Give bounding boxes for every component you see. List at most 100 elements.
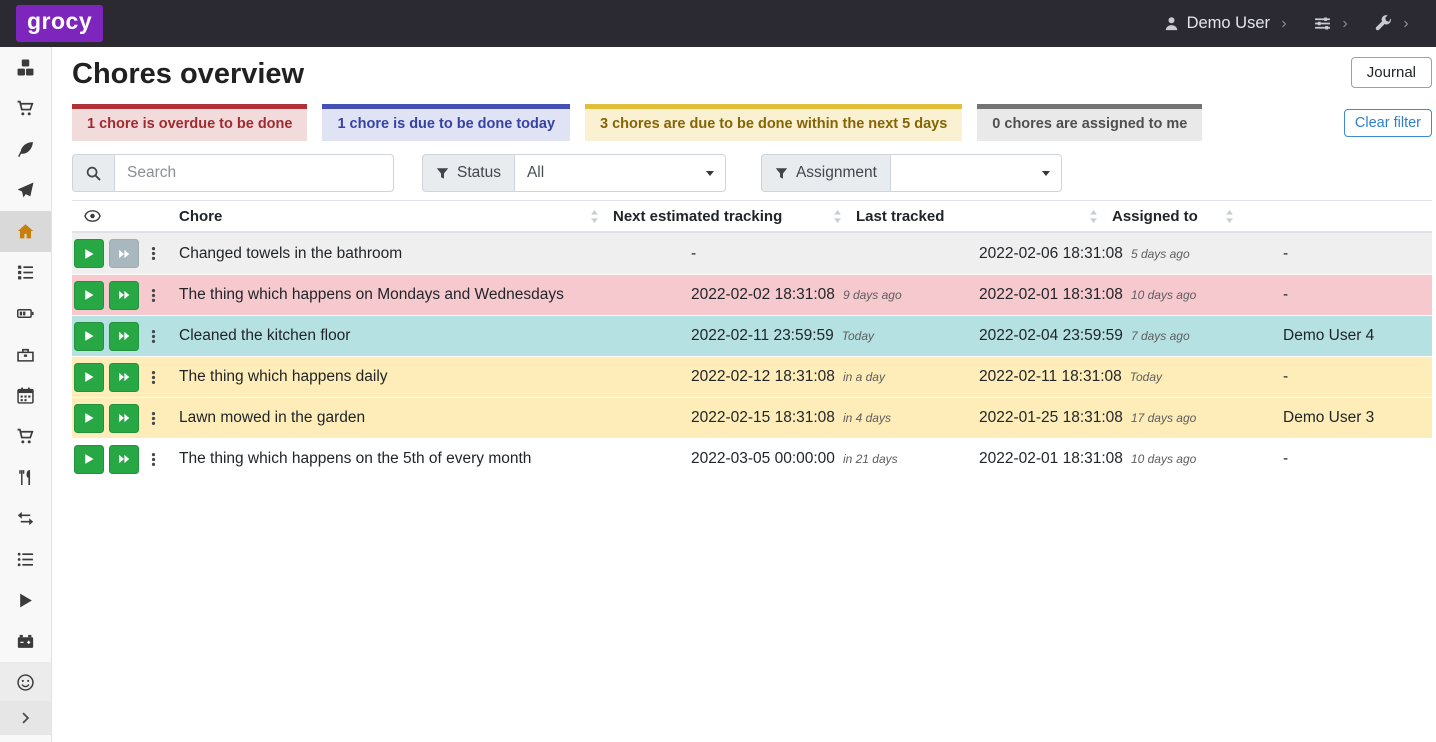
next-tracking-cell: 2022-03-05 00:00:00in 21 days xyxy=(683,450,971,468)
skip-chore-button[interactable] xyxy=(109,445,139,474)
banner-due-today[interactable]: 1 chore is due to be done today xyxy=(322,104,570,141)
column-label: Assigned to xyxy=(1112,208,1198,225)
assigned-to: Demo User 3 xyxy=(1275,409,1432,427)
smiley-icon xyxy=(17,674,34,691)
page-title: Chores overview xyxy=(72,57,304,92)
assignment-select[interactable] xyxy=(890,154,1062,192)
track-chore-button[interactable] xyxy=(74,445,104,474)
boxes-icon xyxy=(17,59,34,76)
fast-forward-icon xyxy=(118,453,130,465)
manage-data-menu[interactable] xyxy=(1314,15,1349,32)
column-header-next-estimated-tracking[interactable]: Next estimated tracking xyxy=(605,208,848,225)
next-tracking-cell: - xyxy=(683,245,971,263)
play-icon xyxy=(83,412,95,424)
chores-table-body: Changed towels in the bathroom - 2022-02… xyxy=(72,233,1432,479)
row-actions xyxy=(72,322,171,351)
fast-forward-icon xyxy=(118,289,130,301)
status-filter-addon: Status xyxy=(422,154,514,192)
sidebar-item-toolbox[interactable] xyxy=(0,334,51,375)
sidebar-item-cart[interactable] xyxy=(0,88,51,129)
row-menu-button[interactable] xyxy=(144,281,162,310)
sidebar-expand-toggle[interactable] xyxy=(0,701,51,735)
row-menu-button[interactable] xyxy=(144,445,162,474)
admin-menu[interactable] xyxy=(1375,15,1410,32)
ellipsis-v-icon xyxy=(146,288,161,303)
column-visibility-toggle[interactable] xyxy=(72,209,171,223)
sidebar-item-list[interactable] xyxy=(0,539,51,580)
assigned-to: - xyxy=(1275,368,1432,386)
banner-assigned-me[interactable]: 0 chores are assigned to me xyxy=(977,104,1202,141)
sidebar-item-home[interactable] xyxy=(0,211,51,252)
journal-button[interactable]: Journal xyxy=(1351,57,1432,88)
sidebar-item-play[interactable] xyxy=(0,580,51,621)
sidebar-item-paper-plane[interactable] xyxy=(0,170,51,211)
skip-chore-button[interactable] xyxy=(109,239,139,268)
sidebar-item-utensils[interactable] xyxy=(0,457,51,498)
next-tracking-cell: 2022-02-11 23:59:59Today xyxy=(683,327,971,345)
skip-chore-button[interactable] xyxy=(109,404,139,433)
last-tracked-cell: 2022-02-01 18:31:0810 days ago xyxy=(971,286,1275,304)
car-battery-icon xyxy=(17,633,34,650)
fast-forward-icon xyxy=(118,412,130,424)
column-header-last-tracked[interactable]: Last tracked xyxy=(848,208,1104,225)
row-menu-button[interactable] xyxy=(144,363,162,392)
track-chore-button[interactable] xyxy=(74,404,104,433)
track-chore-button[interactable] xyxy=(74,322,104,351)
last-tracked-relative: 17 days ago xyxy=(1131,411,1196,425)
sliders-icon xyxy=(1314,15,1331,32)
chevron-right-icon xyxy=(19,710,32,726)
table-row: Cleaned the kitchen floor 2022-02-11 23:… xyxy=(72,315,1432,356)
status-select[interactable]: All xyxy=(514,154,726,192)
track-chore-button[interactable] xyxy=(74,239,104,268)
chore-name: Cleaned the kitchen floor xyxy=(171,327,683,345)
row-menu-button[interactable] xyxy=(144,404,162,433)
sidebar-item-cart[interactable] xyxy=(0,416,51,457)
column-header-assigned-to[interactable]: Assigned to xyxy=(1104,208,1240,225)
sidebar-item-boxes[interactable] xyxy=(0,47,51,88)
track-chore-button[interactable] xyxy=(74,281,104,310)
table-row: The thing which happens on the 5th of ev… xyxy=(72,438,1432,479)
paper-plane-icon xyxy=(17,182,34,199)
skip-chore-button[interactable] xyxy=(109,281,139,310)
table-header-row: Chore Next estimated tracking Last track… xyxy=(72,200,1432,233)
chevron-right-icon xyxy=(1402,18,1410,30)
main-content: Chores overview Journal 1 chore is overd… xyxy=(52,47,1436,742)
sidebar-item-smiley[interactable] xyxy=(0,662,51,703)
sort-icon xyxy=(1089,210,1098,223)
status-banners: 1 chore is overdue to be done 1 chore is … xyxy=(72,104,1202,141)
next-tracking-time: - xyxy=(691,245,696,262)
play-icon xyxy=(83,248,95,260)
row-menu-button[interactable] xyxy=(144,239,162,268)
track-chore-button[interactable] xyxy=(74,363,104,392)
sidebar-item-tasks[interactable] xyxy=(0,252,51,293)
next-tracking-cell: 2022-02-02 18:31:089 days ago xyxy=(683,286,971,304)
play-icon xyxy=(83,289,95,301)
banner-overdue[interactable]: 1 chore is overdue to be done xyxy=(72,104,307,141)
skip-chore-button[interactable] xyxy=(109,322,139,351)
navbar-menus: Demo User xyxy=(1164,14,1410,33)
search-input[interactable] xyxy=(114,154,394,192)
last-tracked-relative: 5 days ago xyxy=(1131,247,1190,261)
assigned-to: - xyxy=(1275,286,1432,304)
play-icon xyxy=(83,330,95,342)
banner-due-soon[interactable]: 3 chores are due to be done within the n… xyxy=(585,104,962,141)
next-tracking-cell: 2022-02-15 18:31:08in 4 days xyxy=(683,409,971,427)
cart-icon xyxy=(17,428,34,445)
sidebar-item-battery[interactable] xyxy=(0,293,51,334)
user-menu[interactable]: Demo User xyxy=(1164,14,1288,33)
next-tracking-time: 2022-03-05 00:00:00 xyxy=(691,450,835,467)
table-row: Lawn mowed in the garden 2022-02-15 18:3… xyxy=(72,397,1432,438)
sidebar-item-exchange[interactable] xyxy=(0,498,51,539)
app-logo[interactable]: grocy xyxy=(16,5,103,42)
column-header-chore[interactable]: Chore xyxy=(171,208,605,225)
clear-filter-button[interactable]: Clear filter xyxy=(1344,109,1432,137)
sidebar-item-calendar[interactable] xyxy=(0,375,51,416)
skip-chore-button[interactable] xyxy=(109,363,139,392)
table-row: The thing which happens daily 2022-02-12… xyxy=(72,356,1432,397)
last-tracked-time: 2022-02-04 23:59:59 xyxy=(979,327,1123,344)
sidebar-item-car-battery[interactable] xyxy=(0,621,51,662)
row-menu-button[interactable] xyxy=(144,322,162,351)
sidebar xyxy=(0,47,52,742)
last-tracked-cell: 2022-02-04 23:59:597 days ago xyxy=(971,327,1275,345)
sidebar-item-feather[interactable] xyxy=(0,129,51,170)
